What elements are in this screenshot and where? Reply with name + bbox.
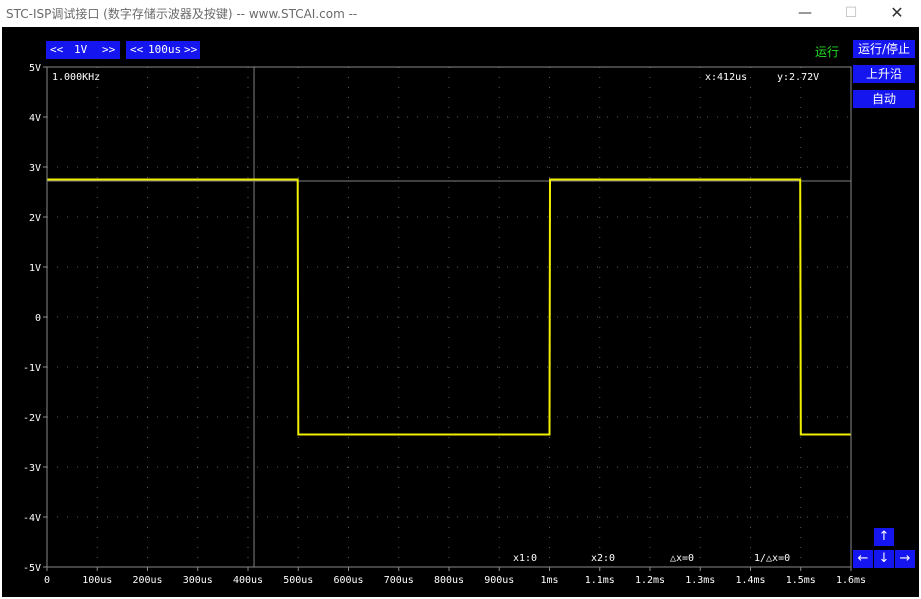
- scope-plot: 5V 4V 3V 2V 1V 0 -1V -2V -3V -4V -5V 0 100us 200us 30…: [23, 63, 866, 586]
- x-tick-label: 1.4ms: [735, 575, 765, 586]
- grid: [47, 67, 851, 567]
- x-tick-label: 300us: [183, 575, 213, 586]
- x-tick-label: 1.2ms: [635, 575, 665, 586]
- x-tick-label: 500us: [283, 575, 313, 586]
- y-tick-label: -2V: [23, 413, 41, 424]
- inverse-delta-x-readout: 1/△x=0: [754, 553, 790, 564]
- x-tick-label: 1ms: [540, 575, 558, 586]
- x-tick-label: 1.5ms: [786, 575, 816, 586]
- oscilloscope-panel: << 1V >> << 100us >> 运行 运行/停止 上升沿 自动 ↑ ←…: [2, 27, 919, 597]
- cursor-y-readout: y:2.72V: [777, 72, 819, 83]
- y-tick-label: 4V: [29, 113, 41, 124]
- minimize-button[interactable]: —: [782, 0, 828, 26]
- x-tick-label: 100us: [82, 575, 112, 586]
- y-tick-label: -3V: [23, 463, 41, 474]
- x1-readout: x1:0: [513, 553, 537, 564]
- y-tick-label: 0: [35, 313, 41, 324]
- x-tick-label: 700us: [384, 575, 414, 586]
- x-tick-label: 400us: [233, 575, 263, 586]
- x-tick-label: 900us: [484, 575, 514, 586]
- y-tick-label: -4V: [23, 513, 41, 524]
- x2-readout: x2:0: [591, 553, 615, 564]
- x-tick-label: 800us: [434, 575, 464, 586]
- x-tick-label: 1.3ms: [685, 575, 715, 586]
- close-button[interactable]: ✕: [874, 0, 920, 26]
- x-axis: 0 100us 200us 300us 400us 500us 600us 700us 800u…: [44, 567, 866, 586]
- x-tick-label: 200us: [132, 575, 162, 586]
- y-tick-label: 3V: [29, 163, 41, 174]
- x-tick-label: 1.1ms: [585, 575, 615, 586]
- y-tick-label: -5V: [23, 563, 41, 574]
- maximize-button[interactable]: ☐: [828, 0, 874, 26]
- x-tick-label: 600us: [333, 575, 363, 586]
- y-tick-label: 1V: [29, 263, 41, 274]
- y-tick-label: 2V: [29, 213, 41, 224]
- delta-x-readout: △x=0: [670, 553, 694, 564]
- y-axis: 5V 4V 3V 2V 1V 0 -1V -2V -3V -4V -5V: [23, 63, 47, 574]
- x-tick-label: 0: [44, 575, 50, 586]
- cursor-x-readout: x:412us: [705, 72, 747, 83]
- y-tick-label: 5V: [29, 63, 41, 74]
- frequency-readout: 1.000KHz: [52, 72, 100, 83]
- y-tick-label: -1V: [23, 363, 41, 374]
- title-bar: STC-ISP调试接口 (数字存储示波器及按键) -- www.STCAI.co…: [0, 0, 921, 26]
- window-title: STC-ISP调试接口 (数字存储示波器及按键) -- www.STCAI.co…: [6, 7, 358, 21]
- x-tick-label: 1.6ms: [836, 575, 866, 586]
